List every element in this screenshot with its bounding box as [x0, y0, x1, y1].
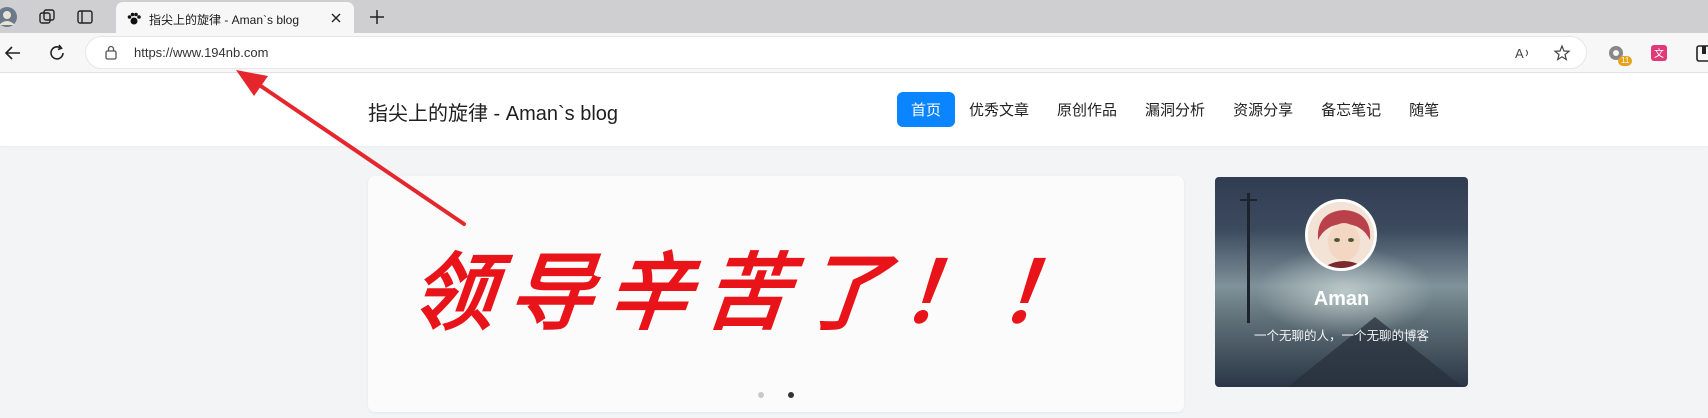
address-bar[interactable]: https://www.194nb.com A	[86, 37, 1586, 68]
new-tab-icon[interactable]	[366, 6, 388, 28]
nav-item-resource-sharing[interactable]: 资源分享	[1219, 92, 1307, 127]
paw-favicon-icon	[127, 12, 141, 25]
vertical-tabs-icon[interactable]	[74, 6, 96, 28]
favorite-star-icon[interactable]	[1553, 44, 1571, 62]
profile-name: Aman	[1313, 288, 1370, 310]
nav-item-original-works[interactable]: 原创作品	[1043, 92, 1131, 127]
tab-bar: 指尖上的旋律 - Aman`s blog	[0, 0, 1708, 34]
site-header: 指尖上的旋律 - Aman`s blog 首页 优秀文章 原创作品 漏洞分析 资…	[0, 73, 1708, 146]
avatar[interactable]	[1305, 199, 1377, 271]
translate-extension-icon[interactable]: 文	[1649, 43, 1669, 63]
carousel-dot-2[interactable]	[788, 392, 794, 398]
read-aloud-icon[interactable]: A	[1514, 44, 1532, 62]
refresh-icon[interactable]	[46, 42, 68, 64]
svg-text:文: 文	[1654, 47, 1664, 60]
close-tab-icon[interactable]	[328, 10, 344, 26]
profile-avatar-icon[interactable]	[0, 6, 18, 28]
nav-item-essays[interactable]: 随笔	[1395, 92, 1453, 127]
site-title[interactable]: 指尖上的旋律 - Aman`s blog	[368, 97, 618, 126]
carousel-dot-1[interactable]	[758, 392, 764, 398]
browser-toolbar: https://www.194nb.com A 文	[0, 33, 1708, 73]
banner-slogan: 领导辛苦了！！	[406, 243, 1103, 342]
collections-icon[interactable]	[36, 6, 58, 28]
nav-item-memo-notes[interactable]: 备忘笔记	[1307, 92, 1395, 127]
main-nav: 首页 优秀文章 原创作品 漏洞分析 资源分享 备忘笔记 随笔	[897, 92, 1453, 127]
svg-text:A: A	[1515, 46, 1524, 61]
extension-badge: 11	[1618, 56, 1633, 66]
profile-card: Aman 一个无聊的人，一个无聊的博客	[1215, 177, 1468, 387]
profile-description: 一个无聊的人，一个无聊的博客	[1253, 329, 1429, 343]
lock-icon[interactable]	[104, 45, 118, 60]
tab-title: 指尖上的旋律 - Aman`s blog	[149, 13, 300, 27]
reading-list-icon[interactable]	[1694, 43, 1708, 63]
background-pole-bar	[1240, 199, 1257, 201]
back-icon[interactable]	[2, 42, 24, 64]
nav-item-featured-articles[interactable]: 优秀文章	[955, 92, 1043, 127]
nav-item-vulnerability-analysis[interactable]: 漏洞分析	[1131, 92, 1219, 127]
carousel-dots	[758, 392, 794, 398]
banner-carousel[interactable]: 领导辛苦了！！	[368, 176, 1184, 412]
nav-item-home[interactable]: 首页	[897, 92, 956, 127]
active-tab[interactable]: 指尖上的旋律 - Aman`s blog	[116, 2, 354, 34]
url-text[interactable]: https://www.194nb.com	[134, 45, 268, 60]
